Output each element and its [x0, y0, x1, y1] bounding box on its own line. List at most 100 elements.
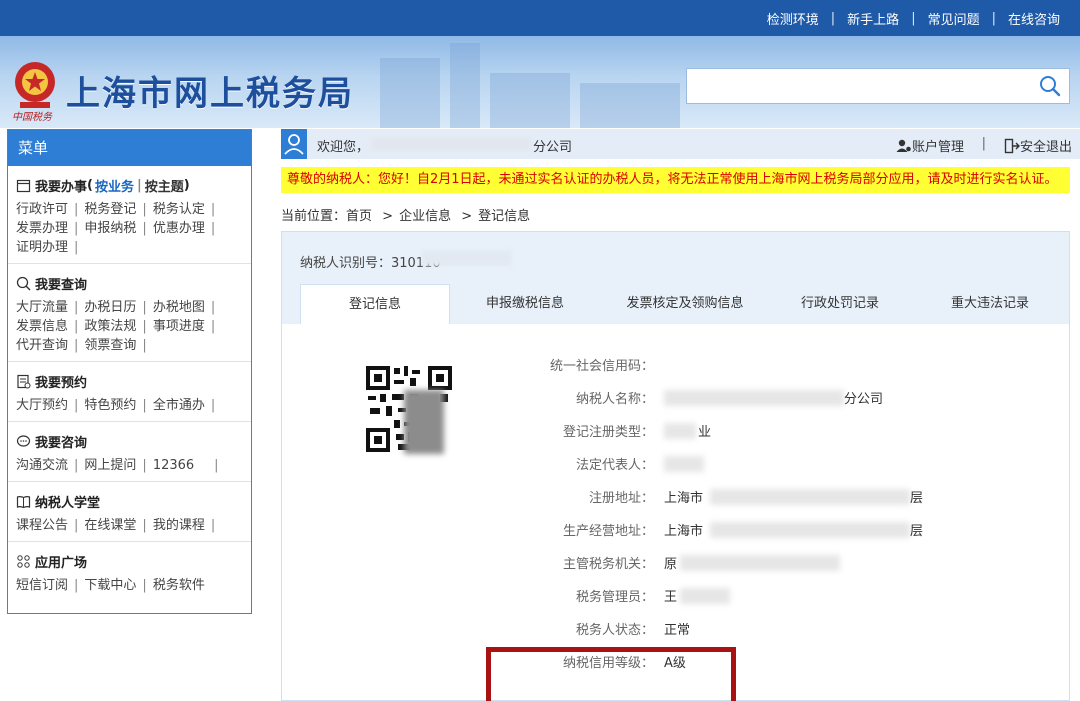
- menu-item[interactable]: 课程公告: [16, 518, 68, 533]
- logout-icon: [1004, 138, 1020, 153]
- redacted-value: [710, 489, 910, 505]
- breadcrumb-company-info[interactable]: 企业信息: [399, 209, 451, 224]
- sidebar-section-do-business: 我要办事 ( 按业务 | 按主题 ) 行政许可 | 税务登记 | 税务认定 | 发票办理 |…: [8, 166, 251, 264]
- redacted-qr-area: [404, 390, 444, 454]
- section-title: 我要咨询: [35, 435, 88, 451]
- section-items: 行政许可 | 税务登记 | 税务认定 | 发票办理 | 申报纳税 | 优惠办理 | 证明办理 |: [16, 202, 216, 255]
- link-beginner-guide[interactable]: 新手上路: [847, 9, 899, 28]
- menu-item[interactable]: 优惠办理: [153, 221, 205, 236]
- menu-item[interactable]: 特色预约: [84, 398, 136, 413]
- skyline-decoration: [380, 58, 440, 128]
- breadcrumb-home[interactable]: 首页: [346, 209, 372, 224]
- logout-link[interactable]: 安全退出: [1004, 136, 1072, 155]
- menu-item[interactable]: 全市通办: [153, 398, 205, 413]
- menu-item[interactable]: 12366: [153, 458, 194, 473]
- highlight-box: [486, 647, 736, 701]
- menu-item[interactable]: 代开查询: [16, 338, 68, 353]
- tab-penalty-records[interactable]: 行政处罚记录: [770, 284, 910, 324]
- sidebar-section-apps: 应用广场 短信订阅 | 下载中心 | 税务软件: [8, 542, 251, 601]
- section-items: 大厅流量 | 办税日历 | 办税地图 | 发票信息 | 政策法规 | 事项进度 | 代开查询 | 领票查…: [16, 300, 216, 353]
- menu-item[interactable]: 在线课堂: [84, 518, 136, 533]
- link-faq[interactable]: 常见问题: [928, 9, 980, 28]
- search-icon[interactable]: [1039, 75, 1061, 97]
- menu-item[interactable]: 领票查询: [84, 338, 136, 353]
- menu-item[interactable]: 行政许可: [16, 202, 68, 217]
- tab-registration-info[interactable]: 登记信息: [300, 284, 450, 324]
- section-items: 大厅预约 | 特色预约 | 全市通办 |: [16, 398, 216, 413]
- section-title: 纳税人学堂: [35, 495, 101, 511]
- redacted-value: [680, 588, 730, 604]
- info-row-tax-administrator: 税务管理员： 王: [472, 586, 972, 606]
- redacted-taxid: [422, 250, 512, 266]
- account-management-link[interactable]: 账户管理: [896, 136, 964, 155]
- sidebar-section-query: 我要查询 大厅流量 | 办税日历 | 办税地图 | 发票信息 | 政策法规 | 事项进度 | 代开查…: [8, 264, 251, 362]
- menu-item[interactable]: 证明办理: [16, 240, 68, 255]
- search-box: [686, 68, 1070, 104]
- menu-item[interactable]: 税务认定: [153, 202, 205, 217]
- tab-by-business[interactable]: 按业务: [95, 176, 134, 195]
- book-icon: [16, 495, 31, 508]
- redacted-value: [664, 456, 704, 472]
- welcome-bar: 欢迎您， 分公司 账户管理 | 安全退出: [281, 129, 1080, 159]
- breadcrumb: 当前位置：首页 > 企业信息 > 登记信息: [281, 209, 531, 224]
- menu-item[interactable]: 发票办理: [16, 221, 68, 236]
- sidebar-section-consult: 我要咨询 沟通交流 | 网上提问 | 12366 |: [8, 422, 251, 482]
- link-online-consult[interactable]: 在线咨询: [1008, 9, 1060, 28]
- account-icon: [896, 139, 911, 152]
- redacted-company: [371, 137, 531, 151]
- redacted-value: [664, 390, 844, 406]
- welcome-greeting: 欢迎您，: [317, 140, 370, 155]
- menu-item[interactable]: 办税日历: [84, 300, 136, 315]
- info-row-registration-type: 登记注册类型： 业: [562, 423, 712, 440]
- company-name-tail: 分公司: [533, 140, 573, 155]
- sidebar-header: 菜单: [8, 130, 251, 166]
- menu-item[interactable]: 网上提问: [84, 458, 136, 473]
- banner: 上海市网上税务局 中国税务: [0, 36, 1080, 128]
- link-check-env[interactable]: 检测环境: [767, 9, 819, 28]
- separator: |: [830, 10, 836, 26]
- info-row-tax-authority: 主管税务机关： 原: [472, 553, 972, 573]
- chat-icon: [16, 434, 31, 447]
- menu-item[interactable]: 我的课程: [153, 518, 205, 533]
- menu-item[interactable]: 发票信息: [16, 319, 68, 334]
- menu-item[interactable]: 申报纳税: [84, 221, 136, 236]
- tab-tax-declaration[interactable]: 申报缴税信息: [450, 284, 600, 324]
- tab-by-theme[interactable]: 按主题: [145, 176, 184, 195]
- info-panel: 纳税人识别号：310110 登记信息 申报缴税信息 发票核定及领购信息 行政处罚…: [281, 231, 1070, 701]
- menu-item[interactable]: 大厅预约: [16, 398, 68, 413]
- apps-icon: [17, 554, 30, 568]
- section-items: 短信订阅 | 下载中心 | 税务软件: [16, 578, 205, 593]
- sidebar-menu: 菜单 我要办事 ( 按业务 | 按主题 ) 行政许可 | 税务登记 | 税务认定 | 发票…: [7, 129, 252, 614]
- menu-item[interactable]: 沟通交流: [16, 458, 68, 473]
- menu-item[interactable]: 下载中心: [84, 578, 136, 593]
- sidebar-section-appointment: 我要预约 大厅预约 | 特色预约 | 全市通办 |: [8, 362, 251, 422]
- redacted-value: [710, 522, 910, 538]
- tax-emblem-icon: [15, 62, 55, 108]
- info-row-taxpayer-name: 纳税人名称： 分公司: [575, 390, 884, 407]
- user-icon: [281, 129, 307, 159]
- sidebar-section-school: 纳税人学堂 课程公告 | 在线课堂 | 我的课程 |: [8, 482, 251, 542]
- section-title: 我要办事: [35, 179, 88, 195]
- menu-item[interactable]: 政策法规: [84, 319, 136, 334]
- info-row-credit-code: 统一社会信用码：: [549, 359, 654, 374]
- separator: |: [991, 10, 996, 26]
- menu-item[interactable]: 税务登记: [84, 202, 136, 217]
- menu-item[interactable]: 办税地图: [153, 300, 205, 315]
- skyline-decoration: [490, 73, 570, 128]
- tab-invoice-info[interactable]: 发票核定及领购信息: [600, 284, 770, 324]
- search-input[interactable]: [687, 69, 1027, 103]
- search-icon: [16, 276, 31, 290]
- menu-item[interactable]: 大厅流量: [16, 300, 68, 315]
- calendar-icon: [16, 179, 31, 192]
- info-tabs: 登记信息 申报缴税信息 发票核定及领购信息 行政处罚记录 重大违法记录: [300, 284, 1070, 324]
- tab-violation-records[interactable]: 重大违法记录: [910, 284, 1070, 324]
- form-icon: [17, 374, 31, 388]
- menu-item[interactable]: 事项进度: [153, 319, 205, 334]
- menu-item[interactable]: 短信订阅: [16, 578, 68, 593]
- redacted-value: [664, 423, 696, 439]
- top-links: 检测环境 | 新手上路 | 常见问题 | 在线咨询: [767, 0, 1060, 36]
- menu-item[interactable]: 税务软件: [153, 578, 205, 593]
- site-subtitle-logo: 中国税务: [12, 112, 52, 123]
- info-row-legal-representative: 法定代表人：: [472, 454, 972, 474]
- section-title: 我要查询: [35, 277, 88, 293]
